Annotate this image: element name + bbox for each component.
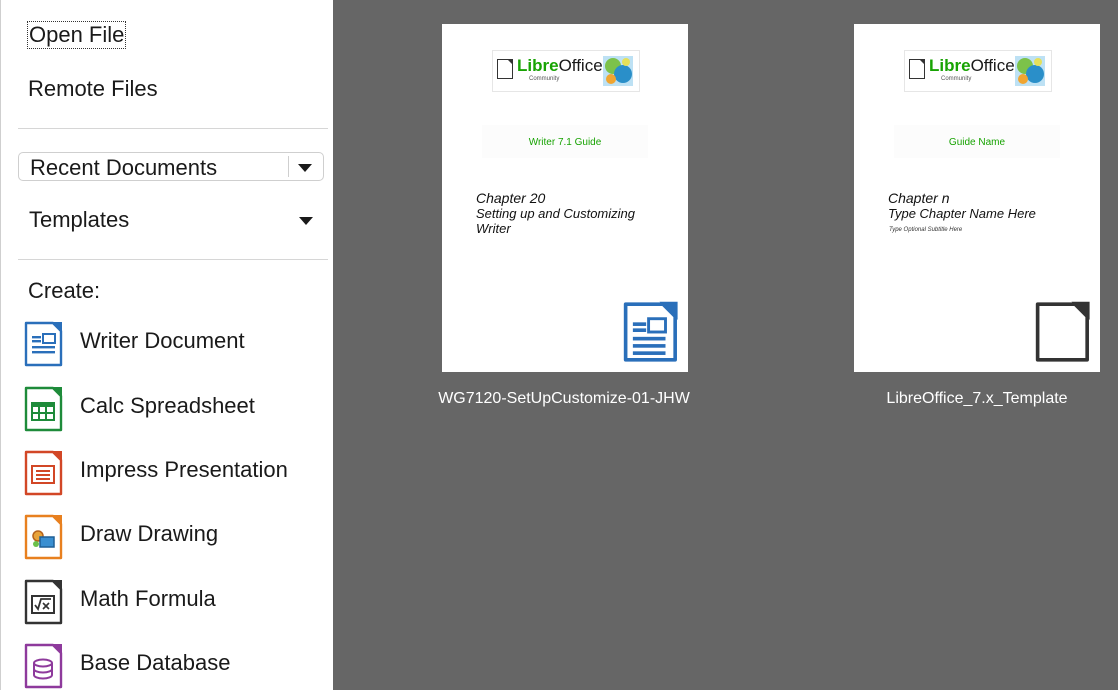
draw-drawing-icon — [24, 514, 63, 560]
libreoffice-logo: LibreOffice Community — [904, 50, 1052, 92]
create-math-formula-button[interactable]: Math Formula — [21, 578, 321, 625]
template-thumbnail[interactable]: LibreOffice Community Guide Name Chapter… — [854, 24, 1100, 372]
logo-subtitle: Community — [941, 76, 972, 82]
document-icon — [909, 59, 925, 79]
create-item-label: Impress Presentation — [80, 457, 288, 482]
template-name: WG7120-SetUpCustomize-01-JHW — [438, 390, 690, 407]
logo-text: LibreOffice — [929, 56, 1015, 75]
libreoffice-logo: LibreOffice Community — [492, 50, 640, 92]
create-draw-drawing-button[interactable]: Draw Drawing — [21, 513, 321, 560]
writer-document-icon — [623, 301, 678, 362]
create-item-label: Math Formula — [80, 586, 216, 611]
create-calc-spreadsheet-button[interactable]: Calc Spreadsheet — [21, 385, 321, 432]
create-item-label: Calc Spreadsheet — [80, 393, 255, 418]
template-thumbnail[interactable]: LibreOffice Community Writer 7.1 Guide C… — [442, 24, 688, 372]
generic-document-icon — [1035, 301, 1090, 362]
chapter-subtitle: Type Optional Subtitle Here — [889, 227, 963, 233]
create-heading: Create: — [28, 278, 101, 303]
create-base-database-button[interactable]: Base Database — [21, 642, 321, 689]
guide-title: Guide Name — [948, 137, 1006, 148]
create-item-label: Writer Document — [80, 328, 245, 353]
logo-subtitle: Community — [529, 76, 560, 82]
logo-artwork-icon — [1015, 56, 1045, 86]
start-center: Open File Remote Files Recent Documents … — [0, 0, 1118, 690]
impress-presentation-icon — [24, 450, 63, 496]
chevron-down-icon[interactable] — [299, 217, 313, 225]
document-icon — [497, 59, 513, 79]
divider — [18, 259, 328, 260]
chapter-title: Chapter n Type Chapter Name Here — [888, 190, 1036, 222]
templates-label: Templates — [29, 207, 130, 232]
divider — [18, 128, 328, 129]
recent-documents-dropdown[interactable]: Recent Documents — [18, 152, 324, 181]
templates-dropdown[interactable]: Templates — [18, 204, 324, 236]
calc-spreadsheet-icon — [24, 386, 63, 432]
base-database-icon — [24, 643, 63, 689]
dropdown-separator — [288, 156, 289, 177]
sidebar: Open File Remote Files Recent Documents … — [0, 0, 333, 690]
writer-document-icon — [24, 321, 63, 367]
chapter-title: Chapter 20 Setting up and Customizing Wr… — [476, 190, 635, 237]
logo-artwork-icon — [603, 56, 633, 86]
recent-documents-label: Recent Documents — [30, 155, 218, 180]
remote-files-button[interactable]: Remote Files — [28, 76, 158, 102]
math-formula-icon — [24, 579, 63, 625]
template-gallery: LibreOffice Community Writer 7.1 Guide C… — [333, 0, 1118, 690]
create-item-label: Base Database — [80, 650, 231, 675]
template-name: LibreOffice_7.x_Template — [886, 390, 1068, 407]
create-item-label: Draw Drawing — [80, 521, 219, 546]
chevron-down-icon[interactable] — [298, 164, 312, 172]
open-file-button[interactable]: Open File — [26, 21, 127, 49]
guide-title: Writer 7.1 Guide — [528, 137, 602, 148]
create-impress-presentation-button[interactable]: Impress Presentation — [21, 449, 321, 496]
create-writer-document-button[interactable]: Writer Document — [21, 320, 321, 367]
logo-text: LibreOffice — [517, 56, 603, 75]
